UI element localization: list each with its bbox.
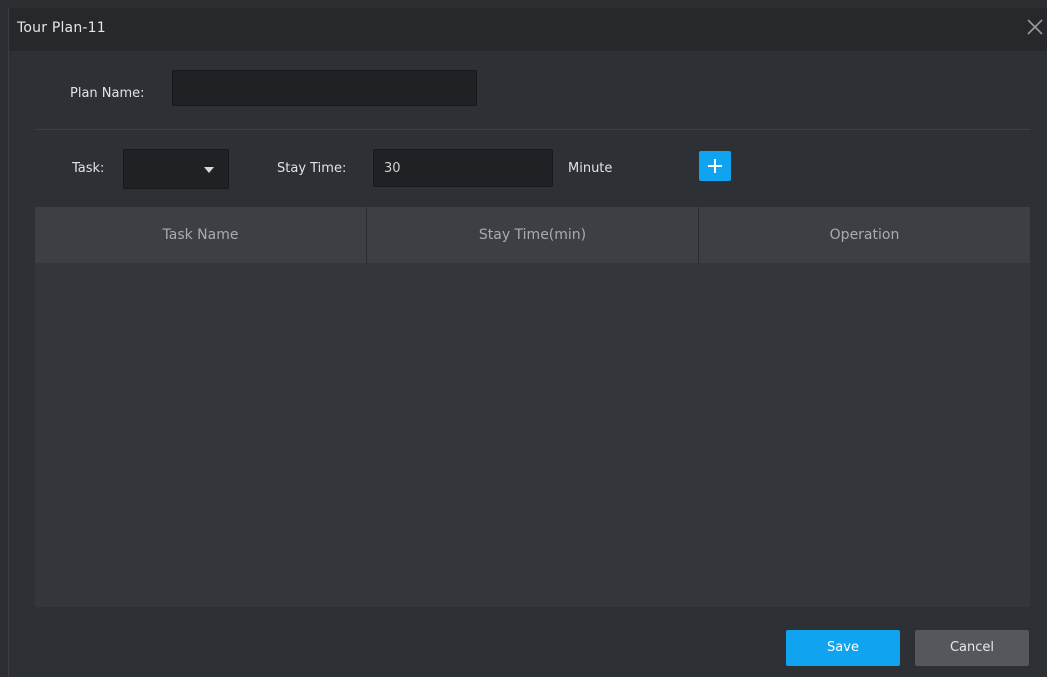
stay-time-label: Stay Time:	[277, 161, 347, 176]
column-header-task-name[interactable]: Task Name	[35, 207, 367, 263]
plus-icon	[708, 159, 722, 173]
dialog-title: Tour Plan-11	[17, 20, 106, 36]
table-body	[35, 263, 1030, 607]
close-icon	[1027, 19, 1043, 35]
task-table: Task Name Stay Time(min) Operation	[35, 207, 1030, 607]
divider	[35, 129, 1030, 130]
caret-down-icon	[204, 167, 214, 173]
task-select[interactable]	[123, 149, 229, 189]
tour-plan-dialog: Tour Plan-11 Plan Name: Task: Stay Time:…	[8, 8, 1047, 677]
plan-name-input[interactable]	[172, 70, 477, 106]
plan-name-label: Plan Name:	[70, 86, 145, 101]
table-header: Task Name Stay Time(min) Operation	[35, 207, 1030, 263]
add-task-button[interactable]	[699, 151, 731, 181]
task-label: Task:	[72, 161, 105, 176]
close-button[interactable]	[1024, 16, 1047, 40]
save-button[interactable]: Save	[786, 630, 900, 666]
cancel-button[interactable]: Cancel	[915, 630, 1029, 666]
column-header-stay-time[interactable]: Stay Time(min)	[367, 207, 699, 263]
stay-time-unit: Minute	[568, 161, 613, 176]
stay-time-input[interactable]	[373, 149, 553, 187]
title-bar: Tour Plan-11	[9, 8, 1047, 51]
column-header-operation[interactable]: Operation	[699, 207, 1030, 263]
